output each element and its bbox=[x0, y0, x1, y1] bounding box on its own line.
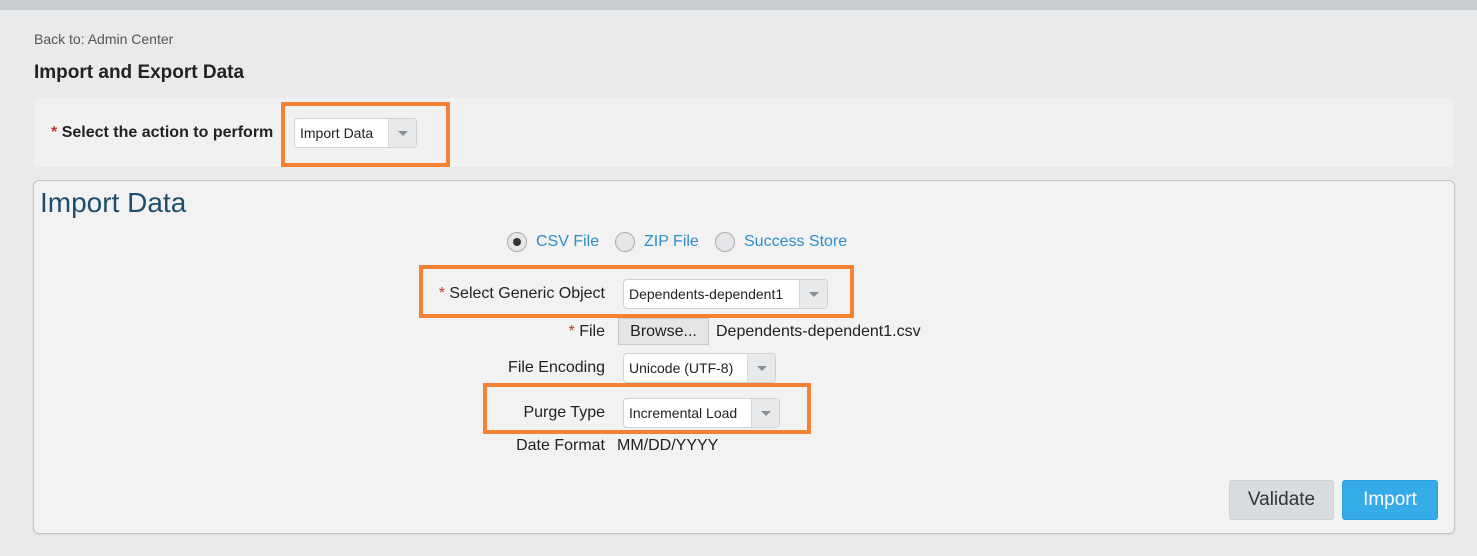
top-bar bbox=[0, 0, 1477, 10]
file-encoding-select[interactable]: Unicode (UTF-8) bbox=[623, 353, 776, 383]
date-format-value: MM/DD/YYYY bbox=[617, 437, 719, 454]
file-label-text: File bbox=[579, 323, 605, 340]
import-button[interactable]: Import bbox=[1342, 480, 1438, 520]
zip-file-radio[interactable] bbox=[615, 232, 635, 252]
chevron-down-icon bbox=[747, 354, 775, 382]
generic-object-select[interactable]: Dependents-dependent1 bbox=[623, 279, 828, 309]
selected-file-name: Dependents-dependent1.csv bbox=[716, 323, 921, 340]
required-marker: * bbox=[51, 124, 58, 141]
generic-object-label: * Select Generic Object bbox=[305, 285, 605, 303]
required-marker: * bbox=[568, 323, 575, 340]
generic-object-select-value: Dependents-dependent1 bbox=[629, 286, 784, 302]
action-label: * Select the action to perform bbox=[51, 124, 273, 142]
file-encoding-select-value: Unicode (UTF-8) bbox=[629, 360, 734, 376]
date-format-label: Date Format bbox=[516, 437, 605, 454]
chevron-down-icon bbox=[388, 119, 416, 147]
page-title: Import and Export Data bbox=[34, 62, 245, 83]
action-select[interactable]: Import Data bbox=[294, 118, 417, 148]
purge-type-select[interactable]: Incremental Load bbox=[623, 398, 780, 428]
back-to-admin-center-link[interactable]: Back to: Admin Center bbox=[34, 31, 173, 47]
file-encoding-label: File Encoding bbox=[508, 359, 605, 376]
csv-file-radio[interactable] bbox=[507, 232, 527, 252]
browse-button[interactable]: Browse... bbox=[618, 318, 709, 345]
generic-object-label-text: Select Generic Object bbox=[449, 285, 605, 302]
action-select-value: Import Data bbox=[300, 125, 374, 141]
required-marker: * bbox=[438, 285, 445, 302]
success-store-radio[interactable] bbox=[715, 232, 735, 252]
success-store-radio-label[interactable]: Success Store bbox=[744, 233, 847, 251]
radio-selected-dot bbox=[513, 238, 521, 246]
csv-file-radio-label[interactable]: CSV File bbox=[536, 233, 599, 251]
import-panel-title: Import Data bbox=[40, 187, 187, 218]
validate-button[interactable]: Validate bbox=[1229, 480, 1334, 520]
file-label: * File bbox=[305, 323, 605, 341]
chevron-down-icon bbox=[799, 280, 827, 308]
action-label-text: Select the action to perform bbox=[61, 124, 274, 141]
purge-type-select-value: Incremental Load bbox=[629, 405, 738, 421]
zip-file-radio-label[interactable]: ZIP File bbox=[644, 233, 699, 251]
chevron-down-icon bbox=[751, 399, 779, 427]
purge-type-label: Purge Type bbox=[523, 404, 605, 421]
